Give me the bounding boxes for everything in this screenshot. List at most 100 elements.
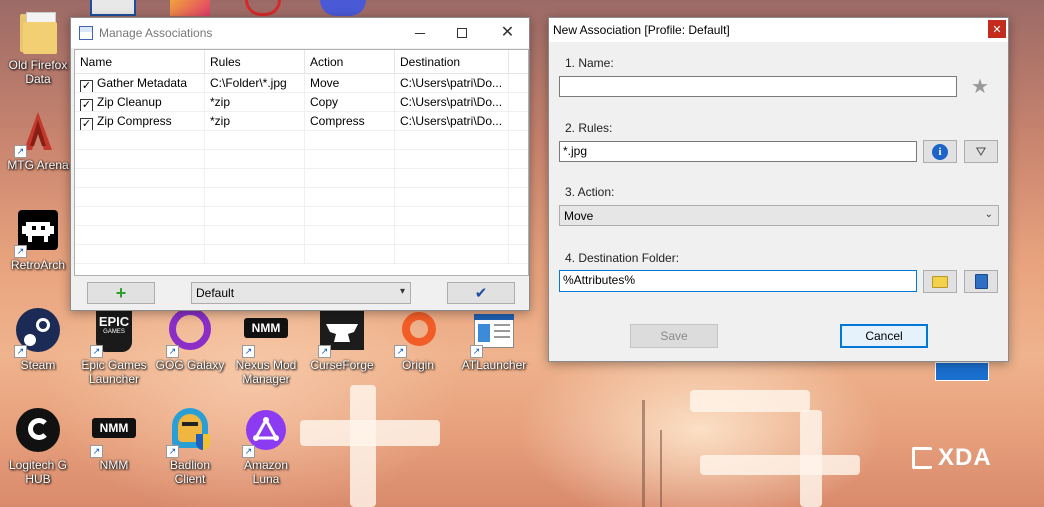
atlauncher-icon: ↗ xyxy=(470,308,518,358)
checkmark-icon: ✔ xyxy=(474,285,488,302)
row-rules: C:\Folder\*.jpg xyxy=(205,74,305,92)
column-header-name[interactable]: Name xyxy=(75,50,205,73)
window-title: New Association [Profile: Default] xyxy=(553,23,730,37)
shortcut-arrow-icon: ↗ xyxy=(90,445,103,458)
close-button[interactable]: ✕ xyxy=(988,20,1006,38)
name-label: 1. Name: xyxy=(565,56,614,70)
row-destination: C:\Users\patri\Do... xyxy=(395,74,509,92)
desktop-icon-curseforge[interactable]: ↗ CurseForge xyxy=(305,308,379,372)
folder-icon xyxy=(932,275,948,288)
desktop-icon-amazon-luna[interactable]: ↗ Amazon Luna xyxy=(229,408,303,486)
maximize-icon xyxy=(456,28,467,38)
mtg-arena-icon: ↗ xyxy=(14,108,62,158)
folder-icon xyxy=(14,8,62,56)
desktop-icon-atlauncher[interactable]: ↗ ATLauncher xyxy=(457,308,531,372)
row-checkbox[interactable]: ✓ xyxy=(80,99,93,111)
partially-hidden-icons xyxy=(170,0,210,16)
manage-associations-window: Manage Associations ✕ Name Rules Action … xyxy=(70,17,530,311)
shortcut-arrow-icon: ↗ xyxy=(318,345,331,358)
xda-watermark: XDA xyxy=(912,444,992,472)
desktop-icon-epic-games-launcher[interactable]: EPIC GAMES ↗ Epic Games Launcher xyxy=(77,308,151,386)
attributes-book-button[interactable] xyxy=(964,270,998,293)
desktop-icon-gog-galaxy[interactable]: ↗ GOG Galaxy xyxy=(153,308,227,372)
filter-icon: ⛛ xyxy=(975,143,987,159)
desktop-icon-nmm[interactable]: NMM ↗ NMM xyxy=(77,408,151,472)
desktop-icon-retroarch[interactable]: ↗ RetroArch xyxy=(1,208,75,272)
row-action: Compress xyxy=(305,112,395,130)
list-header: Name Rules Action Destination xyxy=(75,50,528,74)
origin-icon: ↗ xyxy=(394,308,442,358)
profile-select[interactable]: Default ▾ xyxy=(191,282,411,304)
nexus-mod-manager-icon: NMM ↗ xyxy=(242,308,290,358)
row-name: Zip Cleanup xyxy=(97,95,162,109)
shortcut-arrow-icon: ↗ xyxy=(166,345,179,358)
column-header-action[interactable]: Action xyxy=(305,50,395,73)
cancel-button[interactable]: Cancel xyxy=(840,324,928,348)
plus-icon: + xyxy=(115,283,127,303)
info-icon: i xyxy=(932,143,948,160)
empty-row xyxy=(75,169,528,188)
table-row[interactable]: ✓ Zip Cleanup *zip Copy C:\Users\patri\Do… xyxy=(75,93,528,112)
epic-games-icon: EPIC GAMES ↗ xyxy=(90,308,138,358)
rules-info-button[interactable]: i xyxy=(923,140,957,163)
desktop-icon-nexus-mod-manager[interactable]: NMM ↗ Nexus Mod Manager xyxy=(229,308,303,386)
add-association-button[interactable]: + xyxy=(87,282,155,304)
column-header-rules[interactable]: Rules xyxy=(205,50,305,73)
shortcut-arrow-icon: ↗ xyxy=(14,245,27,258)
book-icon xyxy=(974,274,988,289)
action-select[interactable]: Move ⌄ xyxy=(559,205,999,226)
desktop-icon-logitech-g-hub[interactable]: Logitech G HUB xyxy=(1,408,75,486)
row-checkbox[interactable]: ✓ xyxy=(80,80,93,92)
shortcut-arrow-icon: ↗ xyxy=(394,345,407,358)
row-action: Move xyxy=(305,74,395,92)
blue-app-icon-fragment xyxy=(935,362,989,381)
shortcut-arrow-icon: ↗ xyxy=(166,445,179,458)
favorite-star-icon[interactable]: ★ xyxy=(971,74,989,99)
table-row[interactable]: ✓ Zip Compress *zip Compress C:\Users\pat… xyxy=(75,112,528,131)
name-field[interactable] xyxy=(559,76,957,97)
curseforge-icon: ↗ xyxy=(318,308,366,358)
wallpaper-mast xyxy=(660,430,662,507)
action-label: 3. Action: xyxy=(565,185,615,199)
desktop-icon-mtg-arena[interactable]: ↗ MTG Arena xyxy=(1,108,75,172)
row-name: Zip Compress xyxy=(97,114,172,128)
rules-field[interactable]: *.jpg xyxy=(559,141,917,162)
save-button[interactable]: Save xyxy=(630,324,718,348)
rules-label: 2. Rules: xyxy=(565,121,613,135)
partially-hidden-icons xyxy=(245,0,281,16)
shortcut-arrow-icon: ↗ xyxy=(470,345,483,358)
manage-associations-titlebar[interactable]: Manage Associations ✕ xyxy=(71,18,529,48)
wallpaper-stroke xyxy=(690,390,810,412)
row-rules: *zip xyxy=(205,112,305,130)
badlion-client-icon: ↗ xyxy=(166,408,214,458)
apply-button[interactable]: ✔ xyxy=(447,282,515,304)
minimize-button[interactable] xyxy=(397,18,442,48)
wallpaper-stroke xyxy=(700,455,860,475)
maximize-button[interactable] xyxy=(439,18,484,48)
table-row[interactable]: ✓ Gather Metadata C:\Folder\*.jpg Move C:… xyxy=(75,74,528,93)
partially-hidden-icons xyxy=(90,0,136,16)
logitech-g-hub-icon xyxy=(14,408,62,456)
close-icon: ✕ xyxy=(500,24,515,41)
partially-hidden-icons xyxy=(320,0,366,16)
row-destination: C:\Users\patri\Do... xyxy=(395,93,509,111)
destination-label: 4. Destination Folder: xyxy=(565,251,680,265)
desktop-icon-old-firefox-data[interactable]: Old Firefox Data xyxy=(1,8,75,86)
desktop-icon-badlion-client[interactable]: ↗ Badlion Client xyxy=(153,408,227,486)
chevron-down-icon: ▾ xyxy=(399,286,405,297)
row-checkbox[interactable]: ✓ xyxy=(80,118,93,130)
empty-row xyxy=(75,131,528,150)
shortcut-arrow-icon: ↗ xyxy=(14,145,27,158)
close-button[interactable]: ✕ xyxy=(485,18,530,48)
destination-field[interactable]: %Attributes% xyxy=(559,270,917,292)
rules-filter-button[interactable]: ⛛ xyxy=(964,140,998,163)
shortcut-arrow-icon: ↗ xyxy=(242,345,255,358)
wallpaper-stroke xyxy=(350,385,376,507)
new-association-window: New Association [Profile: Default] ✕ 1. … xyxy=(548,17,1009,362)
browse-folder-button[interactable] xyxy=(923,270,957,293)
desktop-icon-steam[interactable]: ↗ Steam xyxy=(1,308,75,372)
column-header-destination[interactable]: Destination xyxy=(395,50,509,73)
new-association-titlebar[interactable]: New Association [Profile: Default] ✕ xyxy=(549,18,1008,42)
desktop-icon-origin[interactable]: ↗ Origin xyxy=(381,308,455,372)
empty-row xyxy=(75,226,528,245)
